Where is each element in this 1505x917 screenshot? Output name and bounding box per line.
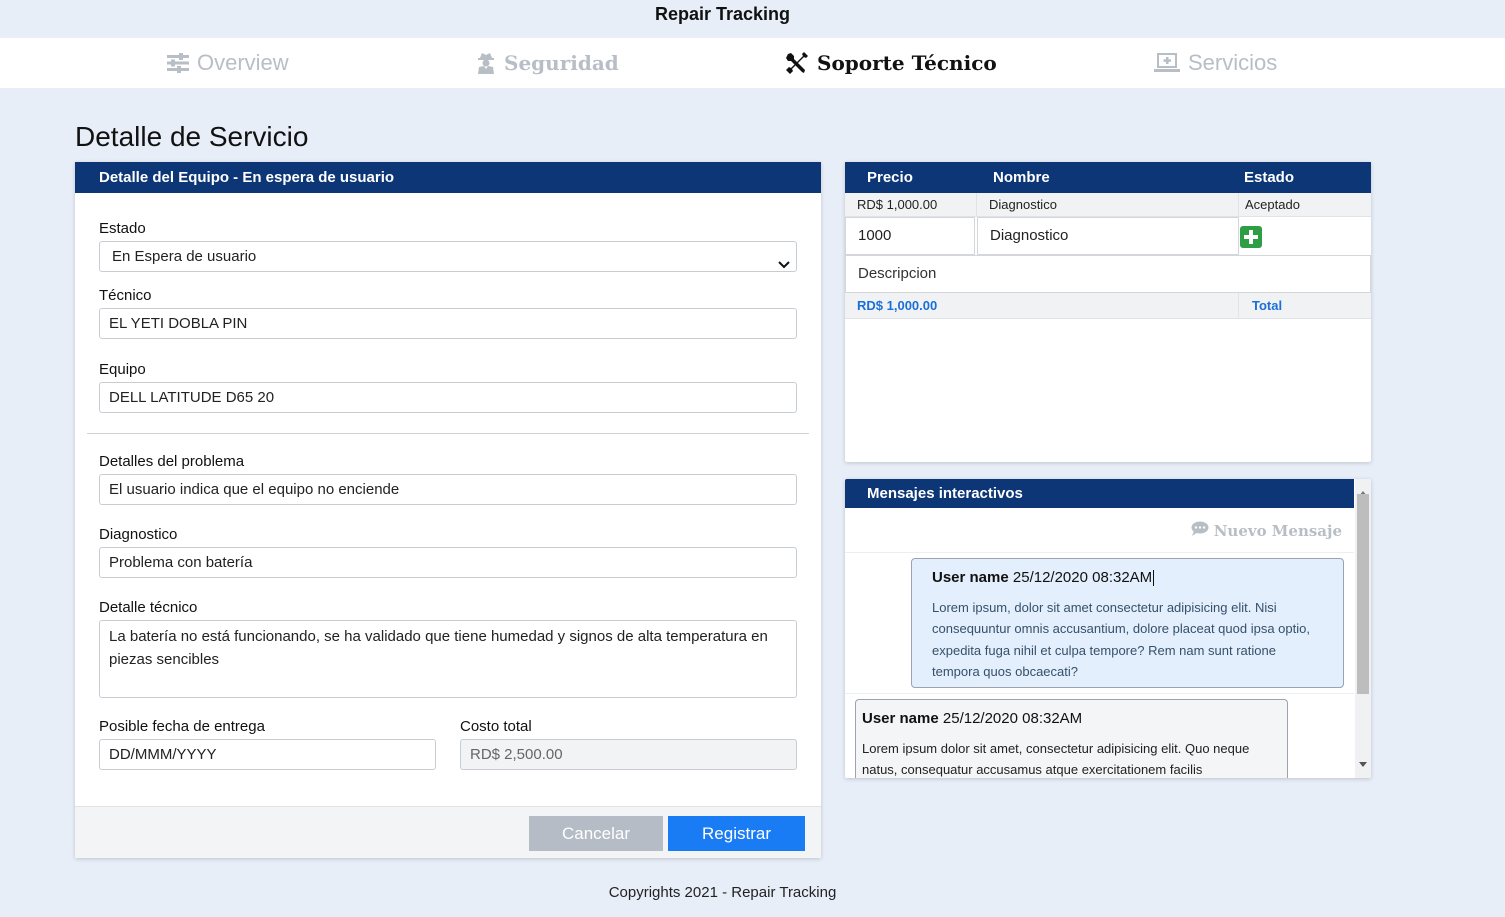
row-estado: Aceptado [1238, 193, 1300, 216]
message-meta: User name 25/12/2020 08:32AM [932, 567, 1323, 589]
row-precio: RD$ 1,000.00 [857, 197, 938, 212]
add-charge-icon[interactable] [1240, 226, 1262, 253]
form-footer: Cancelar Registrar [75, 806, 821, 858]
message-meta: User name 25/12/2020 08:32AM [862, 708, 1281, 730]
costo-label: Costo total [460, 718, 532, 735]
equipo-label: Equipo [99, 361, 146, 378]
tab-soporte-tecnico[interactable]: Soporte Técnico [785, 38, 997, 88]
messages-divider [845, 552, 1354, 553]
fecha-label: Posible fecha de entrega [99, 718, 265, 735]
message-user: User name [862, 710, 939, 727]
detalle-tecnico-label: Detalle técnico [99, 599, 198, 616]
footer-copyright: Copyrights 2021 - Repair Tracking [608, 884, 837, 901]
problema-label: Detalles del problema [99, 453, 245, 470]
message-item: User name 25/12/2020 08:32AM Lorem ipsum… [911, 558, 1344, 688]
tab-overview-label: Overview [197, 50, 289, 75]
header-nombre: Nombre [993, 169, 1050, 186]
diagnostico-field[interactable]: Problema con batería [99, 547, 797, 578]
estado-select-value: En Espera de usuario [112, 248, 257, 265]
tab-seguridad[interactable]: Seguridad [476, 38, 619, 88]
table-row: RD$ 1,000.00 Diagnostico Aceptado [845, 193, 1371, 217]
costo-total-field: RD$ 2,500.00 [460, 739, 797, 770]
descripcion-input[interactable]: Descripcion [845, 255, 1371, 293]
tecnico-field[interactable]: EL YETI DOBLA PIN [99, 308, 797, 339]
charges-table-header: Precio Nombre Estado [845, 162, 1371, 193]
detalle-tecnico-textarea[interactable]: La batería no está funcionando, se ha va… [99, 620, 797, 698]
new-message-button[interactable]: Nuevo Mensaje [1191, 521, 1342, 540]
comment-icon [1191, 521, 1209, 540]
new-message-label: Nuevo Mensaje [1213, 521, 1342, 540]
message-user: User name [932, 569, 1009, 586]
equipo-field[interactable]: DELL LATITUDE D65 20 [99, 382, 797, 413]
message-timestamp: 25/12/2020 08:32AM [942, 710, 1083, 727]
messages-header: Mensajes interactivos [845, 479, 1354, 508]
messages-scrollbar[interactable] [1355, 479, 1371, 778]
problema-field[interactable]: El usuario indica que el equipo no encie… [99, 474, 797, 505]
app-title: Repair Tracking [654, 4, 791, 24]
tab-overview[interactable]: Overview [167, 38, 289, 88]
estado-label: Estado [99, 220, 146, 237]
message-body: Lorem ipsum dolor sit amet, consectetur … [862, 740, 1250, 778]
user-secret-icon [476, 52, 496, 74]
tab-servicios-label: Servicios [1188, 50, 1278, 75]
main-nav: Overview Seguridad Soporte Técnico Servi… [0, 38, 1505, 88]
message-timestamp: 25/12/2020 08:32AM [1012, 569, 1153, 586]
tools-icon [785, 51, 809, 75]
form-divider [87, 433, 809, 434]
total-label: Total [1238, 293, 1282, 318]
row-nombre: Diagnostico [976, 193, 1057, 216]
charges-card: Precio Nombre Estado RD$ 1,000.00 Diagno… [845, 162, 1371, 462]
header-precio: Precio [867, 169, 913, 186]
tab-soporte-tecnico-label: Soporte Técnico [817, 51, 997, 75]
sliders-icon [167, 53, 189, 73]
chevron-down-icon [778, 251, 790, 280]
diagnostico-label: Diagnostico [99, 526, 178, 543]
tecnico-label: Técnico [99, 287, 152, 304]
new-precio-input[interactable]: 1000 [845, 217, 975, 255]
message-body: Lorem ipsum, dolor sit amet consectetur … [932, 599, 1310, 680]
tab-seguridad-label: Seguridad [504, 51, 619, 75]
total-row: RD$ 1,000.00 Total [845, 293, 1371, 319]
messages-divider [845, 693, 1354, 694]
new-charge-row: 1000 Diagnostico [845, 217, 1371, 255]
text-caret [1153, 570, 1155, 587]
scroll-down-icon[interactable] [1359, 755, 1367, 773]
scroll-thumb[interactable] [1357, 494, 1369, 694]
total-amount: RD$ 1,000.00 [857, 298, 938, 313]
messages-card: Mensajes interactivos Nuevo Mensaje User… [845, 479, 1371, 778]
tab-servicios[interactable]: Servicios [1154, 38, 1277, 88]
cancel-button[interactable]: Cancelar [529, 816, 663, 851]
header-estado: Estado [1244, 169, 1295, 186]
equipment-card-header: Detalle del Equipo - En espera de usuari… [75, 162, 821, 193]
laptop-plus-icon [1154, 52, 1180, 74]
estado-select[interactable]: En Espera de usuario [99, 241, 797, 272]
new-nombre-input[interactable]: Diagnostico [977, 217, 1239, 255]
page-title: Detalle de Servicio [75, 121, 309, 152]
message-item: User name 25/12/2020 08:32AM Lorem ipsum… [855, 699, 1288, 778]
fecha-entrega-input[interactable]: DD/MMM/YYYY [99, 739, 436, 770]
register-button[interactable]: Registrar [668, 816, 805, 851]
equipment-detail-card: Detalle del Equipo - En espera de usuari… [75, 162, 821, 858]
